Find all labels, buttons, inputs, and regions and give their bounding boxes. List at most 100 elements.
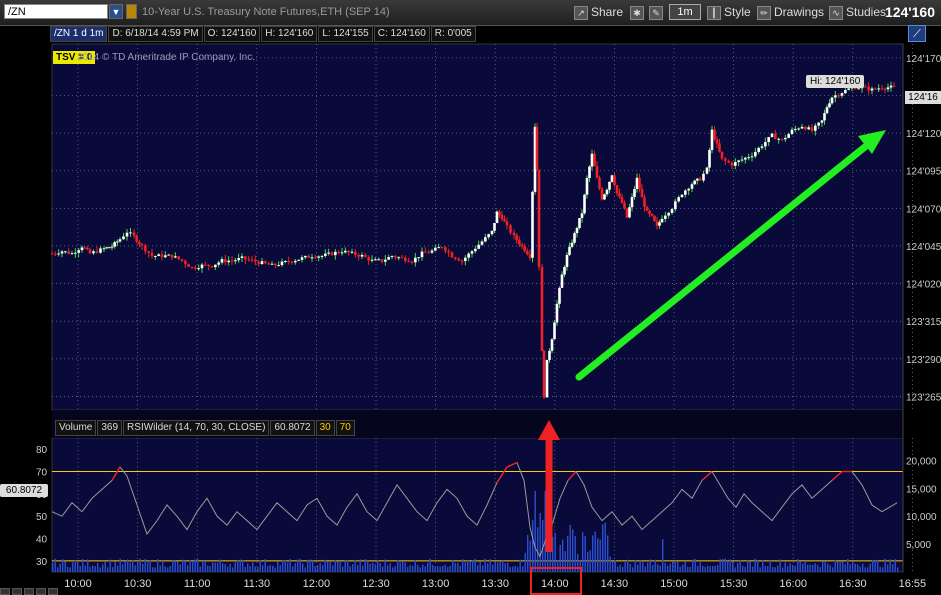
scroll-controls[interactable] bbox=[0, 588, 60, 595]
volume-bar bbox=[327, 561, 329, 572]
volume-bar bbox=[147, 562, 149, 572]
price-candle-body bbox=[560, 274, 564, 288]
volume-bar bbox=[842, 561, 844, 572]
price-candle-body bbox=[610, 175, 614, 182]
price-candle-body bbox=[144, 245, 147, 252]
volume-bar bbox=[342, 566, 344, 572]
price-candle-body bbox=[498, 211, 501, 215]
price-candle-body bbox=[344, 250, 347, 253]
price-candle-body bbox=[300, 257, 304, 260]
volume-bar bbox=[572, 529, 574, 572]
scroll-left-icon[interactable] bbox=[0, 588, 10, 595]
price-candle-body bbox=[817, 122, 820, 126]
price-candle-body bbox=[467, 253, 470, 258]
price-candle-body bbox=[500, 214, 504, 220]
volume-bar bbox=[897, 567, 899, 572]
price-candle-body bbox=[655, 221, 659, 226]
price-candle-body bbox=[234, 260, 237, 262]
price-candle-body bbox=[284, 261, 287, 263]
price-candle-body bbox=[290, 261, 294, 263]
volume-bar bbox=[404, 562, 406, 572]
price-candle-body bbox=[132, 232, 136, 236]
volume-bar bbox=[129, 562, 131, 572]
volume-bar bbox=[247, 563, 249, 572]
volume-bar bbox=[469, 561, 471, 572]
volume-bar bbox=[207, 565, 209, 572]
price-candle-body bbox=[122, 236, 125, 240]
volume-bar bbox=[499, 561, 501, 572]
volume-bar bbox=[884, 558, 886, 572]
price-candle-body bbox=[380, 259, 384, 262]
price-candle-body bbox=[583, 194, 586, 214]
volume-bar bbox=[397, 560, 399, 572]
volume-bar bbox=[594, 531, 596, 572]
volume-bar bbox=[769, 560, 771, 572]
volume-bar bbox=[817, 564, 819, 572]
volume-bar bbox=[99, 567, 101, 572]
price-candle-body bbox=[377, 259, 380, 261]
volume-bar bbox=[792, 565, 794, 572]
scroll-right-icon[interactable] bbox=[36, 588, 46, 595]
volume-bar bbox=[382, 566, 384, 572]
volume-bar bbox=[524, 552, 526, 572]
price-tick-label: 124'095 bbox=[906, 167, 941, 178]
volume-bar bbox=[667, 565, 669, 572]
volume-bar bbox=[437, 566, 439, 572]
volume-bar bbox=[797, 559, 799, 572]
reset-icon[interactable] bbox=[48, 588, 58, 595]
price-candle-body bbox=[886, 87, 890, 90]
volume-bar bbox=[794, 565, 796, 572]
volume-bar bbox=[182, 559, 184, 572]
volume-bar bbox=[639, 560, 641, 572]
volume-bar bbox=[407, 566, 409, 572]
volume-bar bbox=[589, 550, 591, 572]
price-candle-body bbox=[620, 196, 624, 203]
price-candle-body bbox=[734, 161, 737, 166]
volume-bar bbox=[882, 567, 884, 572]
volume-bar bbox=[894, 559, 896, 572]
price-candle-body bbox=[474, 248, 477, 252]
zoom-in-icon[interactable] bbox=[24, 588, 34, 595]
volume-bar bbox=[244, 566, 246, 572]
chart-canvas[interactable]: 10:00 10:30 11:00 11:30 12:00 12:30 13:00 13:30… bbox=[0, 0, 941, 595]
volume-bar bbox=[294, 563, 296, 572]
price-candle-body bbox=[625, 208, 629, 218]
price-candle-body bbox=[864, 86, 867, 88]
price-candle-body bbox=[555, 303, 559, 323]
volume-bar bbox=[822, 561, 824, 572]
price-candle-body bbox=[77, 250, 80, 253]
price-candle-body bbox=[804, 126, 807, 130]
price-candle-body bbox=[367, 257, 370, 261]
price-candle-body bbox=[857, 88, 860, 90]
price-candle-body bbox=[705, 167, 709, 174]
volume-bar bbox=[644, 566, 646, 572]
volume-bar bbox=[599, 539, 601, 572]
price-candle-body bbox=[618, 193, 621, 197]
volume-bar bbox=[159, 565, 161, 572]
price-candle-body bbox=[575, 227, 579, 234]
volume-bar bbox=[367, 560, 369, 572]
price-candle-body bbox=[684, 190, 687, 195]
volume-bar bbox=[127, 559, 129, 572]
volume-bar bbox=[292, 566, 294, 572]
volume-bar bbox=[114, 561, 116, 572]
price-candle-body bbox=[187, 264, 190, 267]
price-tick-label: 123'265 bbox=[906, 392, 941, 403]
price-candle-body bbox=[317, 256, 320, 258]
price-candle-body bbox=[237, 257, 240, 261]
volume-bar bbox=[759, 567, 761, 572]
volume-bar bbox=[117, 565, 119, 572]
price-candle-body bbox=[410, 261, 414, 263]
volume-bar bbox=[399, 562, 401, 572]
volume-bar bbox=[312, 560, 314, 572]
volume-bar bbox=[359, 559, 361, 572]
volume-bar bbox=[537, 527, 539, 572]
volume-bar bbox=[354, 560, 356, 572]
volume-bar bbox=[132, 559, 134, 572]
volume-bar bbox=[454, 562, 456, 572]
price-candle-body bbox=[157, 254, 160, 257]
volume-bar bbox=[739, 560, 741, 572]
price-candle-body bbox=[810, 127, 814, 131]
price-candle-body bbox=[590, 153, 594, 167]
zoom-out-icon[interactable] bbox=[12, 588, 22, 595]
